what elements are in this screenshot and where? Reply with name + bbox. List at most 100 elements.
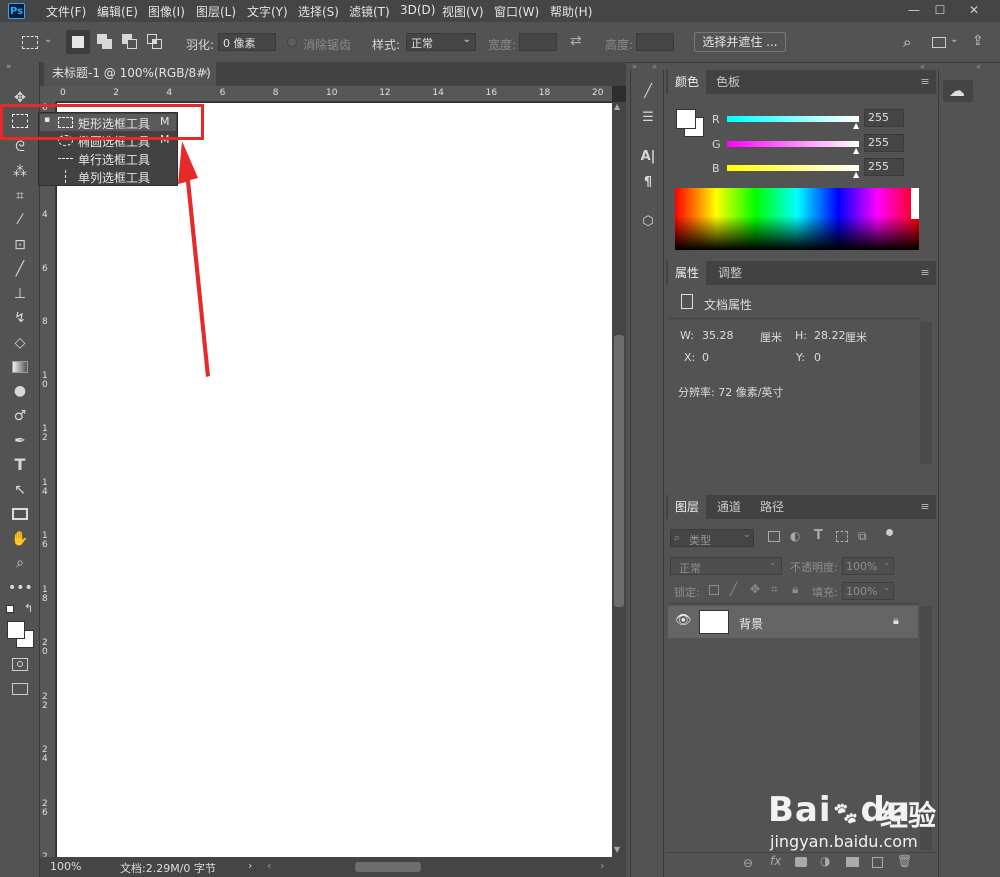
layer-filter-select[interactable]: ⌕ 类型 ⌄: [670, 529, 754, 547]
vertical-scroll-thumb[interactable]: [614, 335, 624, 607]
crop-tool-icon[interactable]: ⌗: [8, 186, 32, 206]
b-slider[interactable]: [727, 165, 859, 171]
document-canvas[interactable]: [57, 103, 612, 857]
path-selection-tool-icon[interactable]: ↖: [8, 480, 32, 500]
tab-paths[interactable]: 路径: [752, 495, 792, 519]
workspace-icon[interactable]: [932, 37, 946, 48]
menu-edit[interactable]: 编辑(E): [97, 3, 138, 20]
rectangle-tool-icon[interactable]: [12, 508, 28, 520]
lock-transparent-icon[interactable]: [709, 585, 719, 595]
filter-pixel-icon[interactable]: [768, 531, 780, 542]
fill-input[interactable]: 100% ⌄: [842, 582, 894, 600]
tab-color[interactable]: 颜色: [668, 70, 706, 94]
hand-tool-icon[interactable]: ✋: [8, 529, 32, 549]
brush-presets-icon[interactable]: ☰: [637, 107, 659, 129]
chevron-down-icon[interactable]: ⌄: [950, 34, 958, 45]
horizontal-scroll-thumb[interactable]: [355, 862, 421, 872]
subtract-selection-button[interactable]: [122, 34, 138, 50]
lock-pixels-icon[interactable]: ╱: [730, 582, 737, 596]
foreground-color-swatch[interactable]: [7, 621, 25, 639]
style-select[interactable]: 正常 ⌄: [406, 33, 476, 51]
filter-adjustment-icon[interactable]: ◐: [790, 529, 800, 543]
brush-settings-icon[interactable]: ╱: [637, 81, 659, 103]
screen-mode-icon[interactable]: [12, 683, 28, 695]
menu-filter[interactable]: 滤镜(T): [349, 3, 390, 20]
quick-mask-icon[interactable]: [12, 658, 28, 671]
filter-shape-icon[interactable]: [836, 531, 848, 542]
g-value-input[interactable]: 255: [864, 134, 904, 152]
eyedropper-tool-icon[interactable]: ⁄: [8, 210, 32, 230]
chevron-down-icon[interactable]: ⌄: [44, 34, 52, 45]
blend-mode-select[interactable]: 正常 ⌄: [670, 557, 782, 575]
adjustment-layer-icon[interactable]: ◑: [820, 854, 830, 868]
fx-icon[interactable]: fx: [770, 854, 781, 868]
trash-icon[interactable]: 🗑︎: [897, 854, 912, 868]
new-layer-icon[interactable]: [872, 857, 883, 868]
search-icon[interactable]: ⌕: [903, 33, 911, 51]
share-icon[interactable]: ⇪: [972, 33, 984, 49]
collapse-icons-icon[interactable]: «: [652, 62, 657, 71]
height-value[interactable]: 28.22: [814, 329, 846, 342]
b-value-input[interactable]: 255: [864, 158, 904, 176]
scroll-left-icon[interactable]: ‹: [267, 859, 271, 872]
menu-3d[interactable]: 3D(D): [400, 3, 435, 17]
tab-properties[interactable]: 属性: [668, 261, 706, 285]
healing-brush-tool-icon[interactable]: ⊡: [8, 235, 32, 255]
width-input[interactable]: [519, 33, 557, 51]
paragraph-panel-icon[interactable]: ¶: [637, 172, 659, 194]
menu-view[interactable]: 视图(V): [442, 3, 484, 20]
flyout-item-column-marquee[interactable]: 单列选框工具: [40, 168, 176, 185]
blur-tool-icon[interactable]: ●: [8, 381, 32, 401]
lock-position-icon[interactable]: ✥: [750, 582, 760, 596]
gradient-tool-icon[interactable]: [12, 361, 28, 373]
history-brush-tool-icon[interactable]: ↯: [8, 308, 32, 328]
foreground-color-swatch[interactable]: [676, 109, 696, 129]
tab-swatches[interactable]: 色板: [708, 70, 748, 94]
character-panel-icon[interactable]: A|: [637, 146, 659, 168]
expand-icons-icon[interactable]: »: [632, 62, 637, 71]
eraser-tool-icon[interactable]: ◇: [8, 333, 32, 353]
zoom-level[interactable]: 100%: [50, 860, 81, 873]
document-tab[interactable]: 未标题-1 @ 100%(RGB/8#): [44, 62, 216, 86]
opacity-input[interactable]: 100% ⌄: [842, 557, 894, 575]
scroll-up-icon[interactable]: ▲: [614, 102, 620, 111]
dodge-tool-icon[interactable]: ♂: [8, 406, 32, 426]
y-value[interactable]: 0: [814, 351, 821, 364]
ruler-origin[interactable]: [40, 86, 56, 102]
properties-scrollbar[interactable]: [920, 322, 932, 464]
layer-row[interactable]: 👁︎ 背景 🔒︎: [668, 606, 918, 638]
marquee-preset-icon[interactable]: [22, 36, 38, 49]
r-value-input[interactable]: 255: [864, 109, 904, 127]
chevron-right-icon[interactable]: ›: [248, 859, 252, 872]
close-tab-icon[interactable]: ×: [198, 66, 212, 80]
collapse-toolbar-icon[interactable]: »: [6, 62, 12, 72]
tab-layers[interactable]: 图层: [668, 495, 706, 519]
collapse-libraries-icon[interactable]: «: [976, 62, 981, 71]
new-selection-button[interactable]: [66, 30, 90, 54]
width-unit[interactable]: 厘米: [760, 329, 782, 345]
lock-artboard-icon[interactable]: ⌗: [771, 582, 778, 597]
menu-window[interactable]: 窗口(W): [494, 3, 539, 20]
select-and-mask-button[interactable]: 选择并遮住 ...: [694, 32, 786, 52]
tab-channels[interactable]: 通道: [708, 495, 750, 519]
more-tools-icon[interactable]: •••: [8, 578, 33, 598]
visibility-eye-icon[interactable]: 👁︎: [675, 613, 692, 628]
default-colors-icon[interactable]: [6, 605, 14, 613]
3d-panel-icon[interactable]: ⬡: [637, 211, 659, 233]
menu-file[interactable]: 文件(F): [46, 3, 86, 20]
b-slider-thumb[interactable]: ▲: [853, 170, 859, 179]
libraries-button[interactable]: ☁: [943, 80, 973, 102]
menu-layer[interactable]: 图层(L): [196, 3, 236, 20]
type-tool-icon[interactable]: T: [8, 455, 32, 475]
x-value[interactable]: 0: [702, 351, 709, 364]
antialias-checkbox[interactable]: [287, 37, 297, 47]
clone-stamp-tool-icon[interactable]: ⊥: [8, 284, 32, 304]
height-unit[interactable]: 厘米: [845, 329, 867, 345]
scroll-down-icon[interactable]: ▼: [614, 845, 620, 854]
filter-type-icon[interactable]: T: [814, 528, 823, 543]
magic-wand-tool-icon[interactable]: ⁂: [8, 162, 32, 182]
r-slider[interactable]: [727, 116, 859, 122]
swap-colors-icon[interactable]: ↰: [24, 602, 33, 615]
close-button[interactable]: ✕: [958, 0, 990, 22]
group-folder-icon[interactable]: [846, 857, 859, 867]
